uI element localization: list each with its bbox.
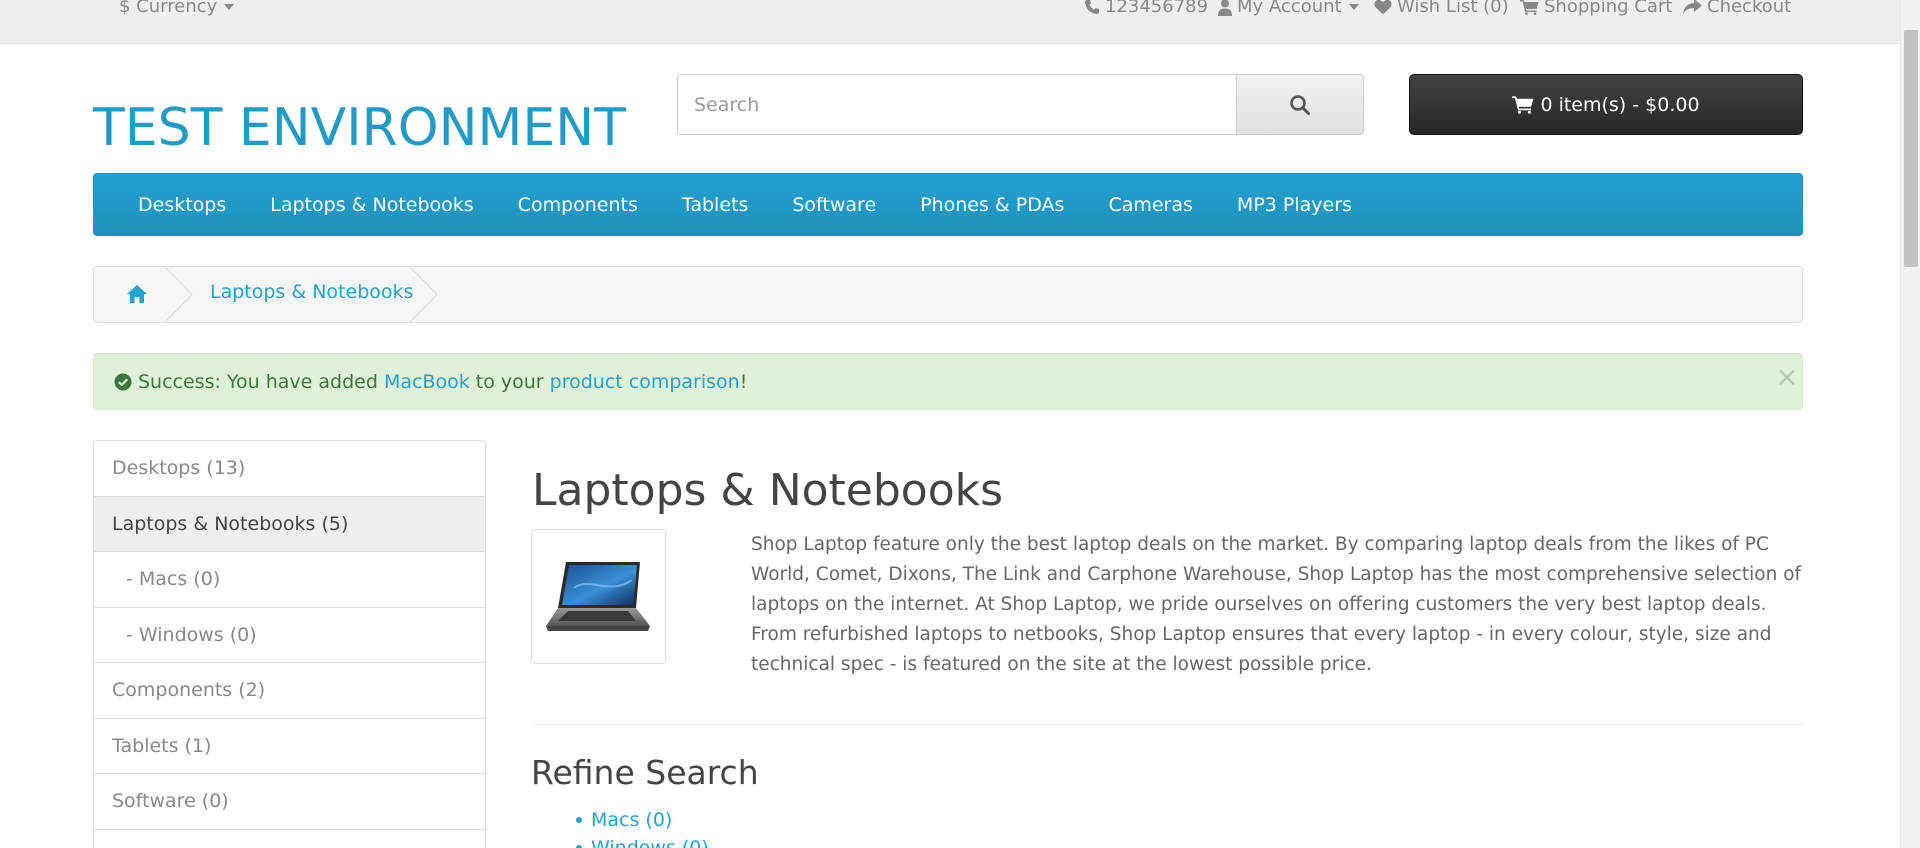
user-icon [1218, 0, 1232, 16]
alert-suffix: ! [739, 370, 748, 393]
page-scrollbar[interactable] [1900, 0, 1920, 848]
my-account-label: My Account [1237, 0, 1342, 17]
sidebar-item-tablets[interactable]: Tablets (1) [94, 719, 485, 774]
menu-item-tablets[interactable]: Tablets [660, 194, 770, 216]
alert-product-link[interactable]: MacBook [384, 371, 470, 393]
main-menu: Desktops Laptops & Notebooks Components … [93, 173, 1803, 236]
alert-middle: to your [469, 370, 550, 393]
category-image [531, 529, 666, 664]
menu-item-laptops-notebooks[interactable]: Laptops & Notebooks [248, 194, 495, 216]
currency-label: $ Currency [119, 0, 218, 17]
phone-label: 123456789 [1105, 0, 1209, 17]
laptop-image [545, 561, 650, 631]
scrollbar-thumb[interactable] [1904, 30, 1918, 267]
alert-comparison-link[interactable]: product comparison [550, 371, 740, 393]
breadcrumb-separator [409, 267, 438, 322]
alert-prefix: Success: You have added [138, 370, 384, 393]
shopping-cart-label: Shopping Cart [1544, 0, 1673, 17]
category-sidebar: Desktops (13) Laptops & Notebooks (5) - … [93, 440, 486, 848]
phone-icon [1085, 0, 1099, 14]
menu-item-components[interactable]: Components [496, 194, 660, 216]
checkout-link[interactable]: Checkout [1683, 0, 1791, 20]
refine-search-title: Refine Search [531, 753, 759, 792]
breadcrumb-laptops-notebooks[interactable]: Laptops & Notebooks [210, 281, 413, 303]
cart-total-label: 0 item(s) - $0.00 [1540, 93, 1700, 116]
cart-button[interactable]: 0 item(s) - $0.00 [1409, 74, 1803, 135]
sidebar-item-phones-pdas[interactable]: Phones & PDAs (3) [94, 830, 485, 848]
close-icon[interactable]: × [1772, 362, 1802, 392]
check-circle-icon [114, 373, 132, 390]
category-description: Shop Laptop feature only the best laptop… [751, 534, 1802, 675]
share-icon [1683, 0, 1702, 14]
search-icon [1290, 94, 1310, 115]
sidebar-item-macs[interactable]: - Macs (0) [94, 552, 485, 608]
menu-item-cameras[interactable]: Cameras [1086, 194, 1214, 216]
refine-link-macs[interactable]: Macs (0) [576, 808, 709, 836]
checkout-label: Checkout [1707, 0, 1792, 17]
menu-item-software[interactable]: Software [770, 194, 898, 216]
wish-list-link[interactable]: Wish List (0) [1374, 0, 1509, 20]
sidebar-item-software[interactable]: Software (0) [94, 774, 485, 830]
chevron-down-icon [224, 4, 235, 10]
cart-icon [1512, 96, 1534, 114]
sidebar-item-desktops[interactable]: Desktops (13) [94, 441, 485, 497]
refine-link-windows[interactable]: Windows (0) [576, 836, 709, 848]
cart-icon [1520, 0, 1539, 15]
menu-item-desktops[interactable]: Desktops [116, 194, 248, 216]
breadcrumb: Laptops & Notebooks [93, 266, 1803, 323]
currency-dropdown[interactable]: $ Currency [119, 0, 235, 20]
sidebar-item-laptops-notebooks[interactable]: Laptops & Notebooks (5) [94, 496, 485, 552]
wish-list-label: Wish List (0) [1397, 0, 1509, 17]
success-alert: Success: You have added MacBook to your … [93, 353, 1803, 410]
top-bar: $ Currency 123456789 My Account Wish Lis… [0, 0, 1900, 44]
search-input[interactable] [677, 74, 1237, 135]
heart-icon [1374, 0, 1392, 15]
home-icon[interactable] [126, 284, 148, 309]
menu-item-mp3-players[interactable]: MP3 Players [1215, 194, 1374, 216]
page-title: Laptops & Notebooks [532, 465, 1004, 516]
breadcrumb-separator [164, 267, 193, 322]
site-logo[interactable]: TEST ENVIRONMENT [93, 98, 626, 158]
chevron-down-icon [1348, 4, 1359, 10]
refine-search-list: Macs (0) Windows (0) [576, 808, 709, 848]
phone-link[interactable]: 123456789 [1084, 0, 1208, 20]
sidebar-item-components[interactable]: Components (2) [94, 663, 485, 719]
shopping-cart-link[interactable]: Shopping Cart [1520, 0, 1672, 20]
search-button[interactable] [1237, 74, 1364, 135]
divider [531, 724, 1803, 725]
sidebar-item-windows[interactable]: - Windows (0) [94, 608, 485, 663]
search-bar [677, 74, 1364, 135]
my-account-dropdown[interactable]: My Account [1218, 0, 1359, 20]
menu-item-phones-pdas[interactable]: Phones & PDAs [898, 194, 1086, 216]
